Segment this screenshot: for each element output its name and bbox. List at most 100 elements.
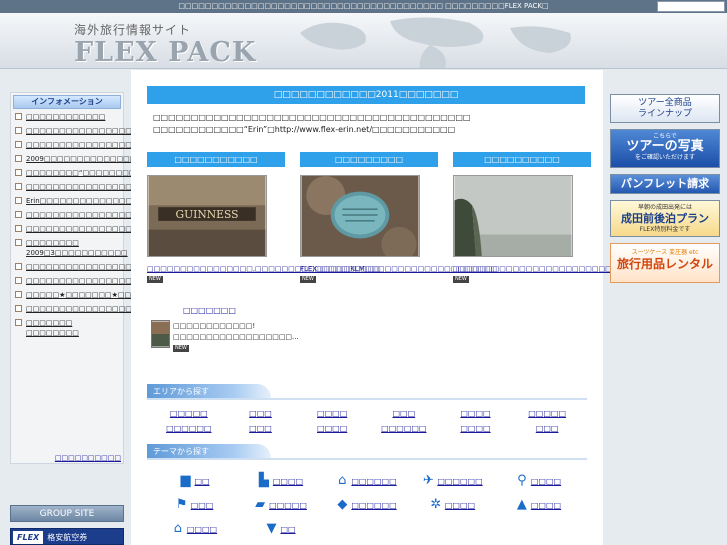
info-sidebar: インフォメーション □□□□□□□□□□□□ □□□□□□□□□□□□□□□□□…	[10, 92, 288, 464]
fish-icon: ◆	[337, 497, 348, 512]
info-link[interactable]: □□□□□□□□□□□□□□□□□□	[26, 277, 145, 285]
travel-rental-button[interactable]: スーツケース 変圧器 etc 旅行用品レンタル	[610, 243, 720, 283]
shopping-icon: ⚑	[175, 497, 188, 512]
city-icon: ▙	[258, 473, 269, 488]
theme-item[interactable]: ✲ □□□□	[409, 496, 495, 514]
button-label: スーツケース 変圧器 etc	[631, 249, 699, 256]
theme-link[interactable]: □□	[280, 525, 295, 534]
card-heading[interactable]: □□□□□□□□□□	[453, 152, 591, 167]
theme-link[interactable]: □□□□	[531, 501, 561, 510]
list-item: 2009□□□□□□□□□□□□□□□□□□	[15, 154, 163, 164]
info-link[interactable]: Erin□□□□□□□□□□□□□□□□	[26, 197, 146, 205]
bullet-icon	[15, 169, 22, 176]
theme-link[interactable]: □□□□□	[269, 501, 307, 510]
list-item: □□□□□□□□□□□□□□□□	[15, 140, 132, 150]
theme-item[interactable]: ✈ □□□□□□	[409, 472, 495, 490]
list-item: □□□□□□□□ 2009□3□□□□□□□□□□□	[15, 238, 128, 258]
site-subtitle: 海外旅行情報サイト	[74, 23, 192, 37]
area-link[interactable]: □□□	[225, 423, 297, 434]
world-map-graphic	[300, 17, 571, 68]
info-link[interactable]: □□□□□□□ □□□□□□□□	[26, 319, 79, 337]
flex-logo: FLEX	[13, 531, 44, 544]
theme-item[interactable]: ⚲ □□□□	[495, 472, 581, 490]
cliff-photo[interactable]	[453, 175, 573, 257]
card-caption[interactable]: FLEX□□□□□KLM□□□□□□□□□□□□□□□□□□□□_ NEW	[300, 264, 501, 284]
group-site-header: GROUP SITE	[10, 505, 124, 522]
area-link[interactable]: □□□	[511, 423, 583, 434]
card-caption[interactable]: □□□□□□□□□□□□□□□□,□□□□□□□□□□□□□□□□□□□_ NE…	[147, 264, 384, 284]
list-item: □□□□□□□□□□□□□□□□□□□□	[15, 304, 158, 314]
flex-banner-label: 格安航空券	[47, 533, 88, 542]
area-link[interactable]: □□□□	[296, 408, 368, 419]
bullet-icon	[15, 183, 22, 190]
theme-links: ▆ □□ ▙ □□□□ ⌂ □□□□□□ ✈ □□□□□□ ⚲ □□□□ ⚑ □□□ ▰ □□…	[151, 472, 581, 538]
area-link[interactable]: □□□□□□	[153, 423, 225, 434]
card-caption[interactable]: □□□□□□□□□□□□□□□□□□□□□□□□□□□□□□□□□_ NEW	[453, 264, 675, 284]
news-title-bar[interactable]: □□□□□□□□□□□□2011□□□□□□□	[147, 86, 585, 104]
main-content: □□□□□□□□□□□□2011□□□□□□□ □□□□□□□□□□□□□□□□…	[131, 70, 675, 545]
theme-link[interactable]: □□□□	[187, 525, 217, 534]
area-link[interactable]: □□□□	[440, 423, 512, 434]
area-link[interactable]: □□□□□	[153, 408, 225, 419]
brochure-request-button[interactable]: パンフレット請求	[610, 174, 720, 194]
theme-link[interactable]: □□□□	[531, 477, 561, 486]
bullet-icon	[15, 225, 22, 232]
bullet-icon	[15, 277, 22, 284]
theme-item[interactable]: ⌂ □□□□□□	[323, 472, 409, 490]
suitcase-icon: ▆	[180, 473, 191, 488]
theme-item[interactable]: ⌂ □□□□	[151, 520, 237, 538]
theme-item[interactable]: ▼ □□	[237, 520, 323, 538]
new-badge: NEW	[173, 344, 189, 352]
plane-icon: ✈	[422, 473, 434, 488]
button-label: 早朝の成田出発には	[637, 204, 692, 211]
card-heading[interactable]: □□□□□□□□□□□	[147, 152, 285, 167]
news-text: □□□□□□□□□□□□□□□□□□□□□□□□□□□□□□□□□□□□□□□□…	[153, 113, 471, 134]
area-link[interactable]: □□□□□	[511, 408, 583, 419]
tour-photos-button[interactable]: こちらで ツアーの写真 をご確認いただけます	[610, 129, 720, 168]
esthe-icon: ✲	[430, 497, 442, 512]
theme-link[interactable]: □□	[194, 477, 209, 486]
list-item: □□□□□★□□□□□□□★□□□□□□□□□□□2008□□□□	[15, 290, 235, 300]
theme-link[interactable]: □□□□□□	[351, 501, 396, 510]
theme-item[interactable]: ◆ □□□□□□	[323, 496, 409, 514]
mini-news-photo[interactable]	[151, 320, 170, 348]
theme-item[interactable]: ▰ □□□□□	[237, 496, 323, 514]
area-link[interactable]: □□□□	[440, 408, 512, 419]
list-item: □□□□□□□□□□□□□□□□□□□□□□□□□□□□□□□□□□□□□	[15, 224, 271, 234]
theme-item[interactable]: ▲ □□□□	[495, 496, 581, 514]
bullet-icon	[15, 263, 22, 270]
info-link[interactable]: □□□□□□□□□□□□□□□□	[26, 141, 132, 149]
info-link[interactable]: □□□□□□□□ 2009□3□□□□□□□□□□□	[26, 239, 128, 257]
theme-item[interactable]: ▆ □□	[151, 472, 237, 490]
area-link[interactable]: □□□	[368, 408, 440, 419]
theme-link[interactable]: □□□□□□	[351, 477, 396, 486]
card-heading[interactable]: □□□□□□□□□	[300, 152, 438, 167]
area-link[interactable]: □□□	[225, 408, 297, 419]
area-links: □□□□□ □□□ □□□□ □□□ □□□□ □□□□□ □□□□□□ □□□…	[153, 408, 583, 434]
info-list: □□□□□□□□□□□□ □□□□□□□□□□□□□□□□□□□□□□□□□□□…	[11, 112, 288, 338]
bullet-icon	[15, 211, 22, 218]
area-link[interactable]: □□□□	[296, 423, 368, 434]
list-item: □□□□□□□□□□□□□□□□	[15, 210, 132, 220]
theme-link[interactable]: □□□□□□	[437, 477, 482, 486]
bullet-icon	[15, 291, 22, 298]
theme-link[interactable]: □□□	[191, 501, 214, 510]
area-link[interactable]: □□□□□□	[368, 423, 440, 434]
theme-link[interactable]: □□□□	[273, 477, 303, 486]
tour-lineup-button[interactable]: ツアー全商品 ラインナップ	[610, 94, 720, 123]
list-item: □□□□□□□□□□□□□□□□□□□□□	[15, 182, 165, 192]
theme-link[interactable]: □□□□	[445, 501, 475, 510]
sidebar-more-link[interactable]: □□□□□□□□□□	[55, 454, 121, 462]
plaque-photo[interactable]	[300, 175, 420, 262]
guinness-photo[interactable]: GUINNESS	[147, 175, 267, 257]
narita-hotel-plan-button[interactable]: 早朝の成田出発には 成田前後泊プラン FLEX特別料金です	[610, 200, 720, 237]
search-input[interactable]	[657, 1, 725, 12]
info-link[interactable]: □□□□□□□□□□□□□□□□	[26, 211, 132, 219]
theme-item[interactable]: ⚑ □□□	[151, 496, 237, 514]
flex-airfare-banner[interactable]: FLEX 格安航空券	[10, 528, 124, 545]
theme-item[interactable]: ▙ □□□□	[237, 472, 323, 490]
mini-news-text[interactable]: □□□□□□□□□□□□! □□□□□□□□□□□□□□□□□□... NEW	[173, 321, 299, 354]
mini-news-title[interactable]: □□□□□□□	[183, 306, 236, 315]
site-logo[interactable]: FLEX PACK	[74, 37, 256, 68]
info-link[interactable]: □□□□□□□□□□□□	[26, 113, 105, 121]
